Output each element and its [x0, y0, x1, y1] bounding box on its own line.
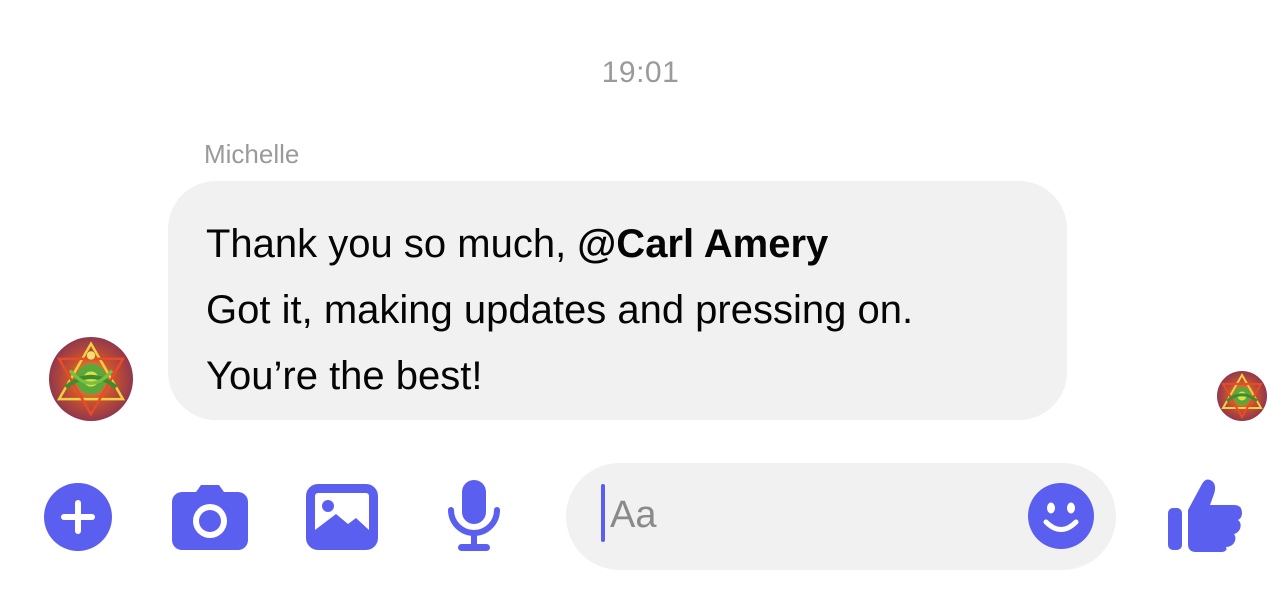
sender-name: Michelle — [204, 139, 300, 169]
smiley-icon — [1028, 483, 1094, 549]
read-receipt-avatar — [1217, 371, 1267, 421]
message-timestamp: 19:01 — [601, 56, 680, 89]
photo-icon — [306, 484, 378, 550]
camera-button[interactable] — [172, 484, 248, 550]
microphone-icon — [448, 480, 500, 551]
message-line: You’re the best! — [206, 354, 483, 398]
plus-icon — [44, 483, 112, 551]
avatar-image — [49, 337, 133, 421]
message-text: Thank you so much, — [206, 222, 578, 266]
thumbs-up-icon — [1168, 479, 1242, 552]
emoji-button[interactable] — [1028, 483, 1094, 549]
text-caret — [601, 484, 605, 542]
like-button[interactable] — [1168, 478, 1244, 552]
avatar-image — [1217, 371, 1267, 421]
camera-icon — [172, 485, 248, 550]
voice-message-button[interactable] — [442, 480, 506, 552]
sender-avatar[interactable] — [49, 337, 133, 421]
mention-link[interactable]: @Carl Amery — [577, 222, 828, 266]
message-line: Got it, making updates and pressing on. — [206, 288, 914, 332]
message-line: Thank you so much, @Carl Amery — [206, 211, 1067, 277]
message-bubble[interactable]: Thank you so much, @Carl Amery Got it, m… — [168, 181, 1067, 420]
gallery-button[interactable] — [306, 484, 378, 550]
message-input[interactable] — [610, 487, 1010, 543]
add-more-button[interactable] — [44, 483, 112, 551]
message-composer[interactable] — [566, 463, 1116, 570]
